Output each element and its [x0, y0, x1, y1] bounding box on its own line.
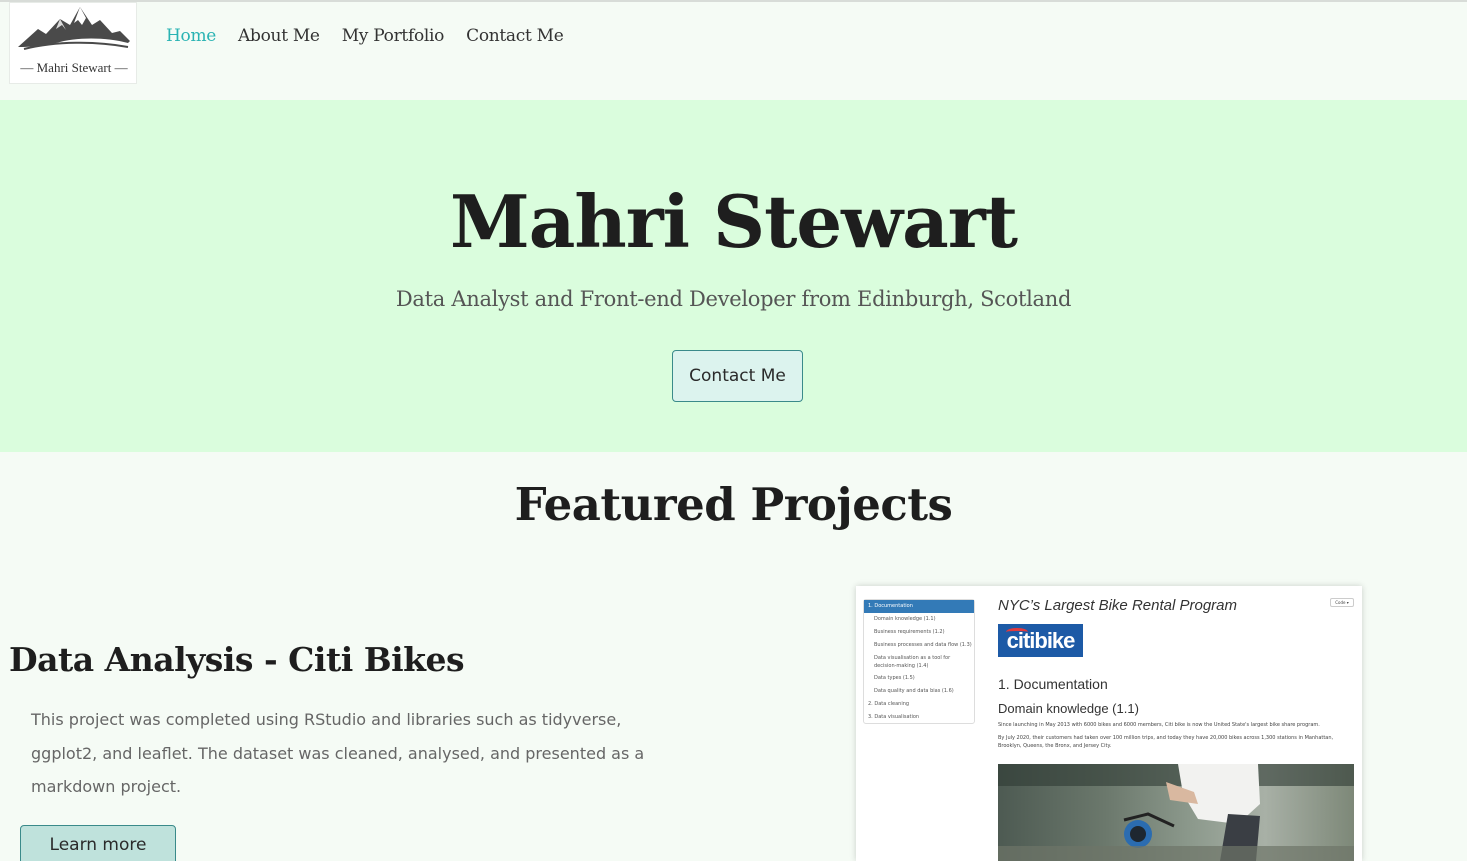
contact-me-button[interactable]: Contact Me	[672, 350, 803, 402]
mountain-icon	[18, 7, 130, 50]
toc-item: 3. Data visualisation	[868, 714, 920, 720]
citibike-logo: citibike	[998, 624, 1083, 657]
project-title: Data Analysis - Citi Bikes	[9, 640, 465, 679]
toc-item: Business processes and data flow (1.3)	[874, 642, 972, 648]
nav-link-home[interactable]: Home	[166, 26, 216, 46]
featured-projects-heading: Featured Projects	[514, 478, 953, 531]
toc-item: 1. Documentation	[864, 600, 974, 613]
toc-item: Data visualisation as a tool for decisio…	[874, 655, 951, 669]
preview-code-button: Code ▾	[1330, 598, 1354, 607]
cyclist-photo	[998, 764, 1354, 861]
hero-subtitle: Data Analyst and Front-end Developer fro…	[395, 287, 1072, 311]
toc-item: 2. Data cleaning	[868, 701, 910, 707]
project-preview-image[interactable]: 1. Documentation Domain knowledge (1.1) …	[856, 586, 1362, 861]
toc-item: Data quality and data bias (1.6)	[874, 688, 954, 694]
hero-section: Mahri Stewart Data Analyst and Front-end…	[0, 100, 1467, 452]
citibike-arc-icon	[1006, 628, 1028, 636]
preview-paragraph-2: By July 2020, their customers had taken …	[998, 735, 1334, 749]
preview-heading-2: Domain knowledge (1.1)	[998, 701, 1139, 716]
preview-toc: 1. Documentation Domain knowledge (1.1) …	[863, 599, 975, 724]
nav-links: Home About Me My Portfolio Contact Me	[166, 26, 586, 46]
toc-item: Domain knowledge (1.1)	[874, 616, 936, 622]
toc-item: Data types (1.5)	[874, 675, 915, 681]
preview-heading-1: 1. Documentation	[998, 676, 1108, 692]
project-description: This project was completed using RStudio…	[31, 710, 645, 796]
preview-paragraph-1: Since launching in May 2013 with 6000 bi…	[998, 722, 1320, 728]
nav-link-about-me[interactable]: About Me	[238, 26, 320, 46]
hero-title: Mahri Stewart	[450, 179, 1018, 264]
navbar: — Mahri Stewart — Home About Me My Portf…	[0, 2, 1467, 100]
toc-item: Business requirements (1.2)	[874, 629, 945, 635]
nav-link-my-portfolio[interactable]: My Portfolio	[342, 26, 445, 46]
logo-text: — Mahri Stewart —	[20, 60, 128, 75]
learn-more-button[interactable]: Learn more	[20, 825, 176, 861]
preview-title: NYC’s Largest Bike Rental Program	[998, 597, 1237, 614]
site-logo[interactable]: — Mahri Stewart —	[9, 2, 137, 84]
nav-link-contact-me[interactable]: Contact Me	[466, 26, 564, 46]
